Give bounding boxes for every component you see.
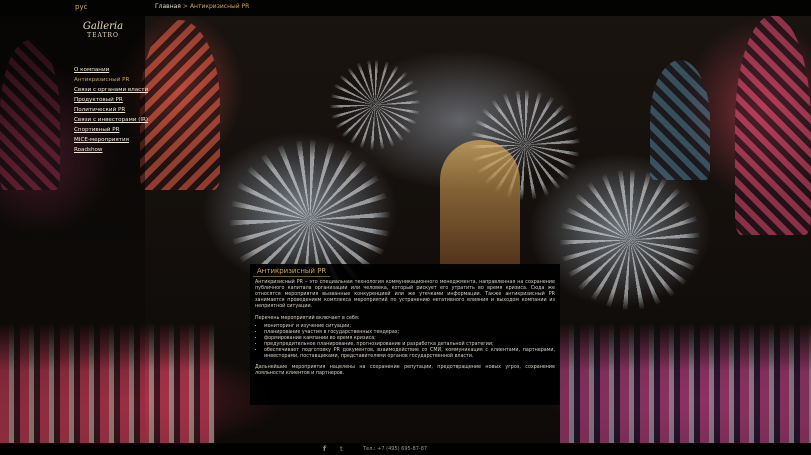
- breadcrumb: Главная > Антикризисный PR: [155, 3, 249, 10]
- decor-light-burst: [560, 170, 700, 310]
- list-heading: Перечень мероприятий включает в себя:: [255, 316, 360, 321]
- list-item: обеспечивает подготовку PR документов, в…: [264, 348, 555, 360]
- intro-paragraph: Антикризисный PR – это специальная техно…: [255, 280, 555, 309]
- sidebar-menu: О компании Антикризисный PR Связи с орга…: [74, 65, 148, 155]
- decor-dome: [650, 60, 710, 180]
- measures-list: мониторинг и изучение ситуации; планиров…: [255, 324, 555, 360]
- menu-item-about[interactable]: О компании: [74, 65, 148, 75]
- facebook-icon[interactable]: f: [323, 445, 326, 453]
- closing-paragraph: Дальнейшие мероприятия нацелены на сохра…: [255, 365, 555, 376]
- logo-caption-text: TEATRO: [87, 32, 119, 39]
- article-body: Антикризисный PR – это специальная техно…: [255, 280, 555, 383]
- language-switch[interactable]: рус: [75, 3, 87, 11]
- breadcrumb-home-link[interactable]: Главная: [155, 3, 181, 10]
- content-panel: Антикризисный PR Антикризисный PR – это …: [250, 264, 560, 405]
- breadcrumb-current: Антикризисный PR: [189, 3, 250, 10]
- decor-chorus: [560, 323, 811, 443]
- logo[interactable]: Galleria TEATRO: [78, 22, 128, 40]
- decor-throne: [440, 140, 520, 270]
- menu-item-product-pr[interactable]: Продуктовый PR: [74, 95, 148, 105]
- breadcrumb-separator: >: [182, 3, 188, 10]
- decor-dome: [140, 20, 220, 190]
- menu-item-mice-events[interactable]: MICE-мероприятия: [74, 135, 148, 145]
- menu-item-political-pr[interactable]: Политический PR: [74, 105, 148, 115]
- twitter-icon[interactable]: t: [340, 445, 343, 453]
- logo-script-text: Galleria: [82, 21, 124, 32]
- footer: f t Тел.: +7 (495) 695-87-87: [0, 443, 811, 455]
- menu-item-investor-relations[interactable]: Связи с инвесторами (IR): [74, 115, 148, 125]
- menu-item-anti-crisis-pr[interactable]: Антикризисный PR: [74, 75, 148, 85]
- menu-item-roadshow[interactable]: Roadshow: [74, 145, 148, 155]
- menu-item-sports-pr[interactable]: Спортивный PR: [74, 125, 148, 135]
- page-title: Антикризисный PR: [253, 266, 331, 277]
- top-bar: рус Главная > Антикризисный PR: [0, 0, 811, 16]
- phone-number: Тел.: +7 (495) 695-87-87: [363, 446, 428, 452]
- decor-dome: [735, 15, 811, 235]
- decor-light-burst: [330, 60, 420, 150]
- menu-item-government-relations[interactable]: Связи с органами власти: [74, 85, 148, 95]
